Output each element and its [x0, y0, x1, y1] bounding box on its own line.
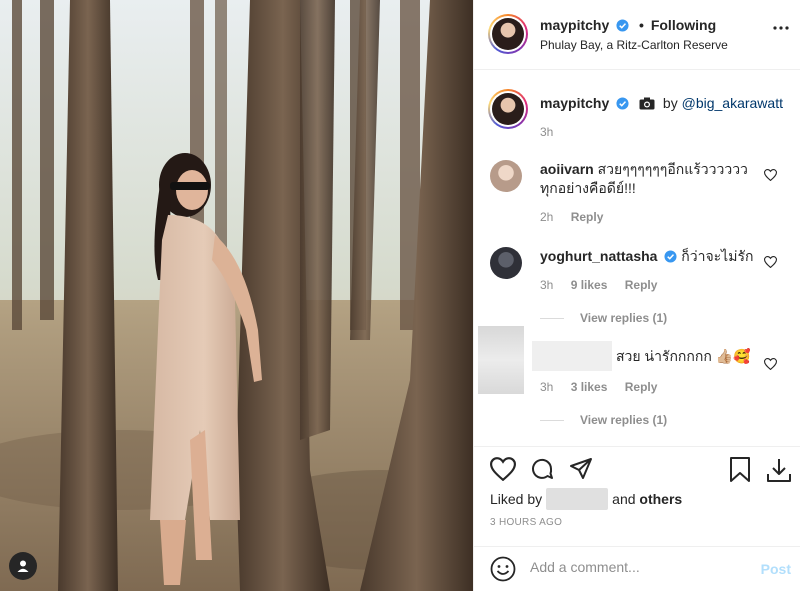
comment-likes[interactable]: 3 likes [571, 380, 608, 394]
reply-button[interactable]: Reply [625, 380, 658, 394]
caption-by: by [662, 95, 678, 111]
comment-meta: 2h Reply [540, 210, 617, 224]
post-comment-button[interactable]: Post [761, 561, 791, 577]
avatar[interactable] [490, 247, 522, 279]
post-author: maypitchy • Following [540, 17, 716, 33]
location-link[interactable]: Phulay Bay, a Ritz-Carlton Reserve [540, 38, 728, 52]
comment-body: aoiivarn สวยๆๆๆๆๆๆอีกแร้วววววว ทุกอย่างค… [540, 160, 760, 198]
comment-meta: 3h 3 likes Reply [540, 380, 671, 394]
comment-username[interactable]: yoghurt_nattasha [540, 248, 657, 264]
more-options-icon[interactable] [773, 26, 789, 30]
comment-body: สวย น่ารักกกกก 👍🏼🥰 [616, 347, 756, 366]
avatar[interactable] [488, 14, 528, 54]
heart-icon[interactable] [764, 169, 777, 181]
tagged-user-icon[interactable] [9, 552, 37, 580]
following-button[interactable]: Following [651, 17, 716, 33]
verified-badge-icon [664, 250, 677, 263]
redacted-avatar [478, 326, 524, 394]
caption-username[interactable]: maypitchy [540, 95, 609, 111]
bookmark-icon[interactable] [729, 457, 751, 483]
avatar[interactable] [490, 160, 522, 192]
comment-text: สวย น่ารักกกกก 👍🏼🥰 [616, 348, 751, 364]
share-icon[interactable] [569, 457, 593, 481]
comments-list[interactable]: maypitchy by @big_akarawatt 3h aoiivarn … [474, 71, 800, 446]
caption-avatar[interactable] [488, 89, 528, 129]
post-actions: Liked by and others 3 HOURS AGO [474, 446, 800, 546]
comment-meta: 3h 9 likes Reply [540, 278, 671, 292]
verified-badge-icon [616, 97, 629, 110]
redacted-username [532, 341, 612, 371]
liked-by-line: Liked by and others [490, 488, 682, 510]
comment-icon[interactable] [530, 457, 554, 481]
comment-likes[interactable]: 9 likes [571, 278, 608, 292]
view-replies-button[interactable]: View replies (1) [540, 413, 667, 427]
liked-by-prefix: Liked by [490, 491, 543, 508]
caption-time: 3h [540, 125, 554, 139]
download-icon[interactable] [766, 457, 792, 483]
instagram-post-view: maypitchy • Following Phulay Bay, a Ritz… [0, 0, 800, 591]
comment-username[interactable]: aoiivarn [540, 161, 594, 177]
comment-time: 3h [540, 278, 554, 292]
emoji-icon[interactable] [490, 556, 516, 582]
photo-illustration [0, 0, 473, 591]
liked-and: and [612, 491, 636, 508]
heart-icon[interactable] [764, 256, 777, 268]
post-details-panel: maypitchy • Following Phulay Bay, a Ritz… [473, 0, 800, 591]
add-comment-bar: Post [474, 546, 800, 591]
caption-text: maypitchy by @big_akarawatt [540, 95, 783, 111]
post-photo[interactable] [0, 0, 473, 591]
separator-dot: • [639, 17, 644, 33]
reply-button[interactable]: Reply [571, 210, 604, 224]
comment-time: 2h [540, 210, 554, 224]
author-username[interactable]: maypitchy [540, 17, 609, 33]
view-replies-button[interactable]: View replies (1) [540, 311, 667, 325]
verified-badge-icon [616, 19, 629, 32]
comment-body: yoghurt_nattasha ก็ว่าจะไม่รัก [540, 247, 770, 266]
credit-mention-link[interactable]: @big_akarawatt [682, 95, 783, 111]
comment-input[interactable] [530, 559, 750, 575]
comment-text: ก็ว่าจะไม่รัก [681, 248, 754, 264]
heart-icon[interactable] [764, 358, 777, 370]
liked-others-link[interactable]: others [639, 491, 682, 507]
post-header: maypitchy • Following Phulay Bay, a Ritz… [474, 0, 800, 70]
redacted-liker [546, 488, 609, 510]
comment-time: 3h [540, 380, 554, 394]
post-date: 3 HOURS AGO [490, 517, 563, 528]
camera-icon [639, 97, 655, 110]
heart-icon[interactable] [490, 457, 516, 481]
reply-button[interactable]: Reply [625, 278, 658, 292]
